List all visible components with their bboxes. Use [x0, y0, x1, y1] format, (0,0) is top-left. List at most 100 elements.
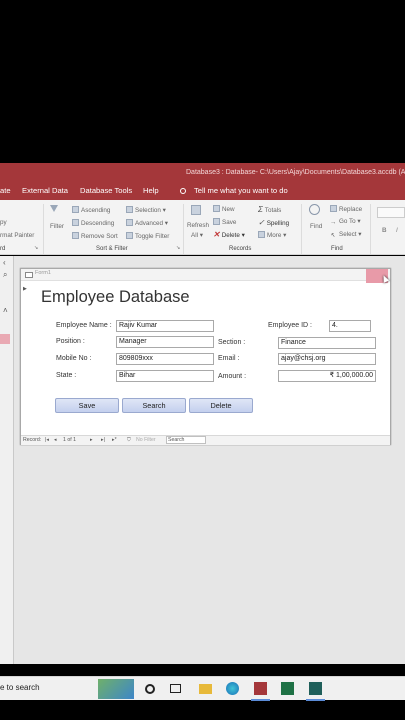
ascending-button[interactable]: Ascending: [72, 206, 110, 214]
delete-record-button[interactable]: ✕ Delete ▾: [213, 230, 245, 239]
menu-create[interactable]: ate: [0, 182, 11, 200]
search-button[interactable]: Search: [122, 398, 186, 413]
ribbon-separator: [370, 204, 371, 254]
mobile-no-field[interactable]: 809809xxx: [116, 353, 214, 365]
ribbon-separator: [183, 204, 184, 254]
menu-database-tools[interactable]: Database Tools: [80, 182, 132, 200]
first-record-button[interactable]: |◂: [45, 437, 49, 443]
totals-button[interactable]: Σ Totals: [258, 205, 281, 214]
save-button[interactable]: Save: [55, 398, 119, 413]
record-position[interactable]: 1 of 1: [63, 437, 76, 443]
find-icon[interactable]: [309, 204, 322, 216]
form-heading: Employee Database: [41, 288, 190, 306]
bold-button[interactable]: B: [382, 227, 387, 234]
go-to-button[interactable]: → Go To ▾: [330, 218, 361, 226]
ribbon-separator: [43, 204, 44, 254]
employee-id-field[interactable]: 4.: [329, 320, 371, 332]
menu-external-data[interactable]: External Data: [22, 182, 68, 200]
record-search-placeholder: Search: [168, 437, 185, 443]
position-field[interactable]: Manager: [116, 336, 214, 348]
search-icon[interactable]: ⌕: [3, 270, 7, 280]
amount-field[interactable]: ₹ 1,00,000.00: [278, 370, 376, 382]
spelling-button[interactable]: ✓ Spelling: [258, 218, 289, 227]
more-button[interactable]: More ▾: [258, 231, 286, 239]
new-record-nav-button[interactable]: ▸*: [112, 437, 117, 443]
section-field[interactable]: Finance: [278, 337, 376, 349]
filter-status-icon: ⛉: [127, 437, 131, 443]
form-tab[interactable]: Form1: [21, 269, 390, 281]
tell-me-box[interactable]: Tell me what you want to do: [194, 182, 288, 200]
form-icon: [25, 272, 33, 278]
save-record-button[interactable]: Save: [213, 218, 236, 226]
email-field[interactable]: ajay@chsj.org: [278, 353, 376, 365]
record-navigation-bar: Record: |◂ ◂ 1 of 1 ▸ ▸| ▸* ⛉ No Filter …: [21, 435, 390, 445]
previous-record-button[interactable]: ◂: [54, 437, 57, 443]
records-group-label: Records: [229, 246, 252, 252]
record-selector-icon[interactable]: ▶: [23, 286, 27, 292]
advanced-filter-icon: [126, 219, 133, 226]
app-icon[interactable]: [309, 682, 322, 695]
replace-button[interactable]: Replace: [330, 205, 362, 213]
chevron-up-icon[interactable]: ˄: [3, 306, 8, 315]
window-title: Database3 : Database- C:\Users\Ajay\Docu…: [186, 169, 405, 176]
filter-icon[interactable]: [50, 205, 60, 213]
chevron-left-icon[interactable]: ‹: [3, 258, 6, 267]
refresh-all-button[interactable]: Refresh: [187, 222, 209, 229]
amount-label: Amount :: [218, 373, 247, 380]
remove-sort-button[interactable]: Remove Sort: [72, 232, 118, 240]
excel-icon[interactable]: [281, 682, 294, 695]
selected-nav-item[interactable]: [0, 334, 10, 344]
cortana-icon[interactable]: [145, 684, 155, 694]
sort-descending-icon: [72, 219, 79, 226]
next-record-button[interactable]: ▸: [90, 437, 93, 443]
dialog-launcher-icon[interactable]: ↘: [176, 245, 180, 251]
task-view-icon[interactable]: [170, 684, 181, 693]
ribbon: py rmat Painter rd ↘ Filter Ascending De…: [0, 200, 405, 255]
refresh-all-label[interactable]: All ▾: [191, 232, 203, 239]
font-name-combo[interactable]: [377, 207, 405, 218]
navigation-pane-collapsed: ‹ ⌕ ˄ ˅: [0, 256, 14, 664]
filter-button[interactable]: Filter: [50, 223, 64, 230]
italic-button[interactable]: I: [396, 227, 398, 234]
filter-status[interactable]: No Filter: [136, 437, 156, 443]
employee-form: Form1 ▶ Employee Database Employee Name …: [20, 268, 391, 445]
record-label: Record:: [23, 437, 42, 443]
sort-filter-group-label: Sort & Filter: [96, 246, 128, 252]
taskbar: e to search: [0, 676, 405, 701]
format-painter-button[interactable]: rmat Painter: [0, 232, 34, 239]
copy-button[interactable]: py: [0, 219, 7, 226]
active-app-indicator: [306, 699, 325, 701]
toggle-filter-button[interactable]: Toggle Filter: [126, 232, 169, 240]
refresh-icon[interactable]: [191, 205, 203, 216]
delete-icon: ✕: [213, 230, 220, 239]
spelling-icon: ✓: [258, 218, 265, 227]
select-button[interactable]: ↖ Select ▾: [330, 231, 361, 239]
find-button[interactable]: Find: [310, 223, 322, 230]
search-highlight-icon: [98, 679, 134, 699]
sigma-icon: Σ: [258, 205, 263, 214]
mobile-no-label: Mobile No :: [56, 355, 92, 362]
state-field[interactable]: Bihar: [116, 370, 214, 382]
dialog-launcher-icon[interactable]: ↘: [34, 245, 38, 251]
screen: Database3 : Database- C:\Users\Ajay\Docu…: [0, 0, 405, 720]
descending-button[interactable]: Descending: [72, 219, 114, 227]
lightbulb-icon: [180, 188, 186, 194]
new-record-button[interactable]: New: [213, 205, 235, 213]
arrow-right-icon: →: [330, 219, 337, 226]
replace-icon: [330, 205, 337, 212]
access-icon[interactable]: [254, 682, 267, 695]
sort-ascending-icon: [72, 206, 79, 213]
active-app-indicator: [251, 699, 270, 701]
edge-icon[interactable]: [226, 682, 239, 695]
delete-button[interactable]: Delete: [189, 398, 253, 413]
advanced-button[interactable]: Advanced ▾: [126, 219, 168, 227]
cursor-icon: ↖: [330, 232, 336, 239]
state-label: State :: [56, 372, 77, 379]
employee-name-field[interactable]: Rajiv Kumar: [116, 320, 214, 332]
taskbar-search[interactable]: e to search: [0, 683, 40, 692]
last-record-button[interactable]: ▸|: [101, 437, 105, 443]
find-group-label: Find: [331, 246, 343, 252]
menu-help[interactable]: Help: [143, 182, 159, 200]
file-explorer-icon[interactable]: [199, 684, 212, 694]
selection-button[interactable]: Selection ▾: [126, 206, 166, 214]
